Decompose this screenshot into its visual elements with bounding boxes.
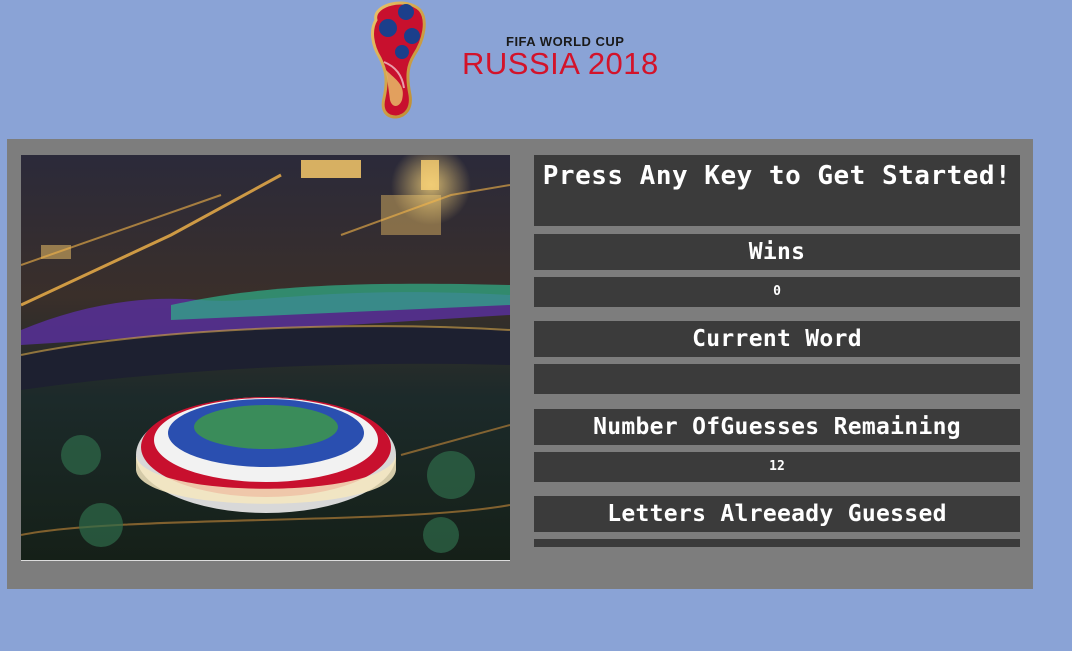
letters-guessed-value (534, 539, 1020, 547)
letters-guessed-label: Letters Alreeady Guessed (534, 496, 1020, 532)
world-cup-trophy-logo (366, 0, 430, 120)
current-word-label: Current Word (534, 321, 1020, 357)
wins-value: 0 (534, 277, 1020, 307)
logo-title: RUSSIA 2018 (462, 46, 659, 81)
start-prompt: Press Any Key to Get Started! (534, 155, 1020, 226)
guesses-remaining-label: Number OfGuesses Remaining (534, 409, 1020, 445)
header: FIFA WORLD CUP RUSSIA 2018 (0, 0, 1072, 135)
game-panel: Press Any Key to Get Started! Wins 0 Cur… (7, 139, 1033, 589)
wins-label: Wins (534, 234, 1020, 270)
guesses-remaining-value: 12 (534, 452, 1020, 482)
stadium-photo (21, 155, 510, 561)
fifa-world-cup-logo-text: FIFA WORLD CUP RUSSIA 2018 (462, 34, 692, 84)
current-word-value: __________ (534, 364, 1020, 394)
